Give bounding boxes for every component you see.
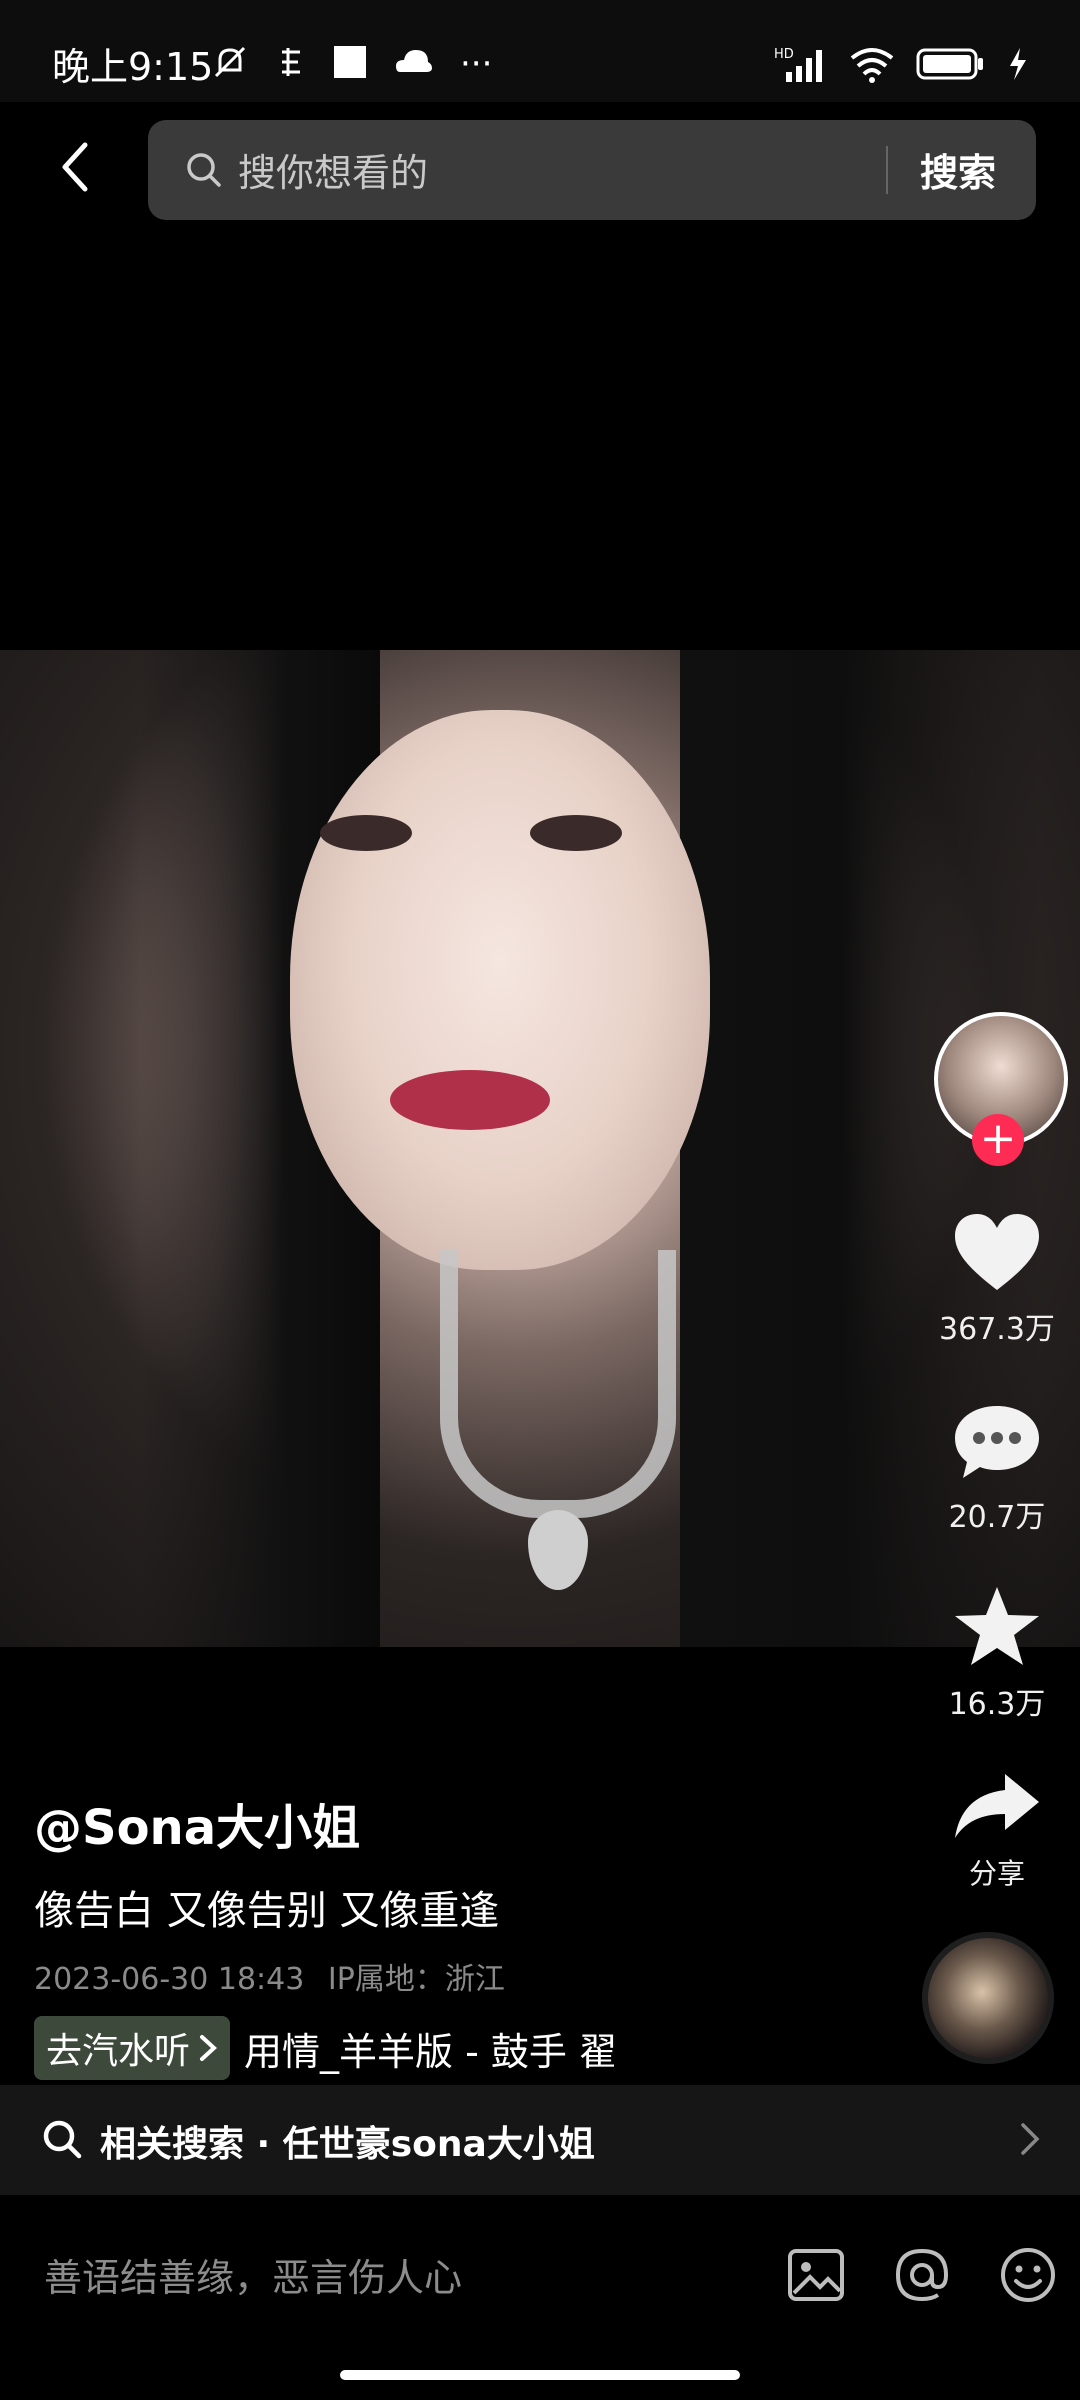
status-time: 晚上9:15 xyxy=(52,45,214,89)
heart-icon xyxy=(955,1214,1039,1290)
video-frame-pendant xyxy=(528,1510,588,1590)
notification-icon xyxy=(276,42,306,86)
music-chip-label: 去汽水听 xyxy=(46,2031,191,2072)
related-search-bar[interactable]: 相关搜索 · 任世豪sona大小姐 xyxy=(0,2085,1080,2195)
charging-icon xyxy=(1006,46,1030,86)
back-chevron-icon xyxy=(62,142,88,192)
author-name[interactable]: @Sona大小姐 xyxy=(34,1788,894,1858)
video-frame-necklace xyxy=(440,1250,676,1518)
share-arrow-icon xyxy=(955,1774,1039,1838)
search-icon xyxy=(184,150,224,194)
comment-tools xyxy=(786,2245,1058,2309)
like-button[interactable]: 367.3万 xyxy=(922,1210,1072,1348)
video-frame-lips xyxy=(390,1070,550,1130)
search-input[interactable]: 搜你想看的 xyxy=(238,142,428,197)
status-bar: 晚上9:15 ··· HD xyxy=(0,0,1080,102)
at-icon[interactable] xyxy=(892,2245,952,2309)
star-icon xyxy=(955,1587,1039,1665)
music-row: 去汽水听 用情_羊羊版 - 鼓手 翟 xyxy=(34,2016,894,2080)
related-search-text: 相关搜索 · 任世豪sona大小姐 xyxy=(100,2124,595,2165)
battery-icon xyxy=(916,46,986,86)
signal-icon: HD xyxy=(774,44,828,88)
favorite-button[interactable]: 16.3万 xyxy=(922,1585,1072,1723)
ip-location: IP属地：浙江 xyxy=(327,1962,505,1997)
back-button[interactable] xyxy=(40,132,110,202)
music-app-chip[interactable]: 去汽水听 xyxy=(34,2016,231,2080)
video-frame-face xyxy=(290,710,710,1270)
post-info: @Sona大小姐 像告白 又像告别 又像重逢 2023-06-30 18:43 … xyxy=(34,1788,894,2080)
search-icon xyxy=(40,2117,84,2165)
music-disc[interactable] xyxy=(922,1932,1054,2064)
video-player[interactable] xyxy=(0,650,1080,1647)
comment-icon xyxy=(955,1406,1039,1478)
chevron-right-icon xyxy=(1018,2119,1042,2163)
share-button[interactable]: 分享 xyxy=(922,1770,1072,1892)
follow-button[interactable]: + xyxy=(972,1114,1024,1166)
like-count: 367.3万 xyxy=(939,1312,1055,1347)
top-bar: 搜你想看的 搜索 xyxy=(0,102,1080,232)
white-square-icon xyxy=(332,44,368,84)
search-box[interactable]: 搜你想看的 搜索 xyxy=(148,120,1036,220)
comment-count: 20.7万 xyxy=(948,1500,1046,1535)
more-icon: ··· xyxy=(460,44,493,84)
favorite-count: 16.3万 xyxy=(948,1687,1046,1722)
emoji-icon[interactable] xyxy=(998,2245,1058,2309)
status-right-icons: HD xyxy=(774,44,1030,88)
video-frame-eye-right xyxy=(530,815,622,851)
search-button[interactable]: 搜索 xyxy=(920,142,996,197)
network-badge: HD xyxy=(774,47,794,62)
post-meta: 2023-06-30 18:43 IP属地：浙江 xyxy=(34,1954,894,1998)
music-title[interactable]: 用情_羊羊版 - 鼓手 翟 xyxy=(244,2021,617,2076)
chevron-right-icon xyxy=(200,2035,217,2061)
post-date: 2023-06-30 18:43 xyxy=(34,1962,305,1997)
mute-bell-icon xyxy=(210,42,250,86)
video-frame-eye-left xyxy=(320,815,412,851)
share-label: 分享 xyxy=(968,1857,1025,1890)
cloud-icon xyxy=(394,44,434,84)
post-description[interactable]: 像告白 又像告别 又像重逢 xyxy=(34,1878,894,1936)
home-indicator[interactable] xyxy=(340,2370,740,2380)
comment-input[interactable]: 善语结善缘，恶言伤人心 xyxy=(44,2247,462,2302)
search-divider xyxy=(886,146,888,194)
wifi-icon xyxy=(848,44,896,88)
status-left-icons: ··· xyxy=(210,42,492,86)
image-icon[interactable] xyxy=(786,2245,846,2309)
comment-button[interactable]: 20.7万 xyxy=(922,1402,1072,1536)
